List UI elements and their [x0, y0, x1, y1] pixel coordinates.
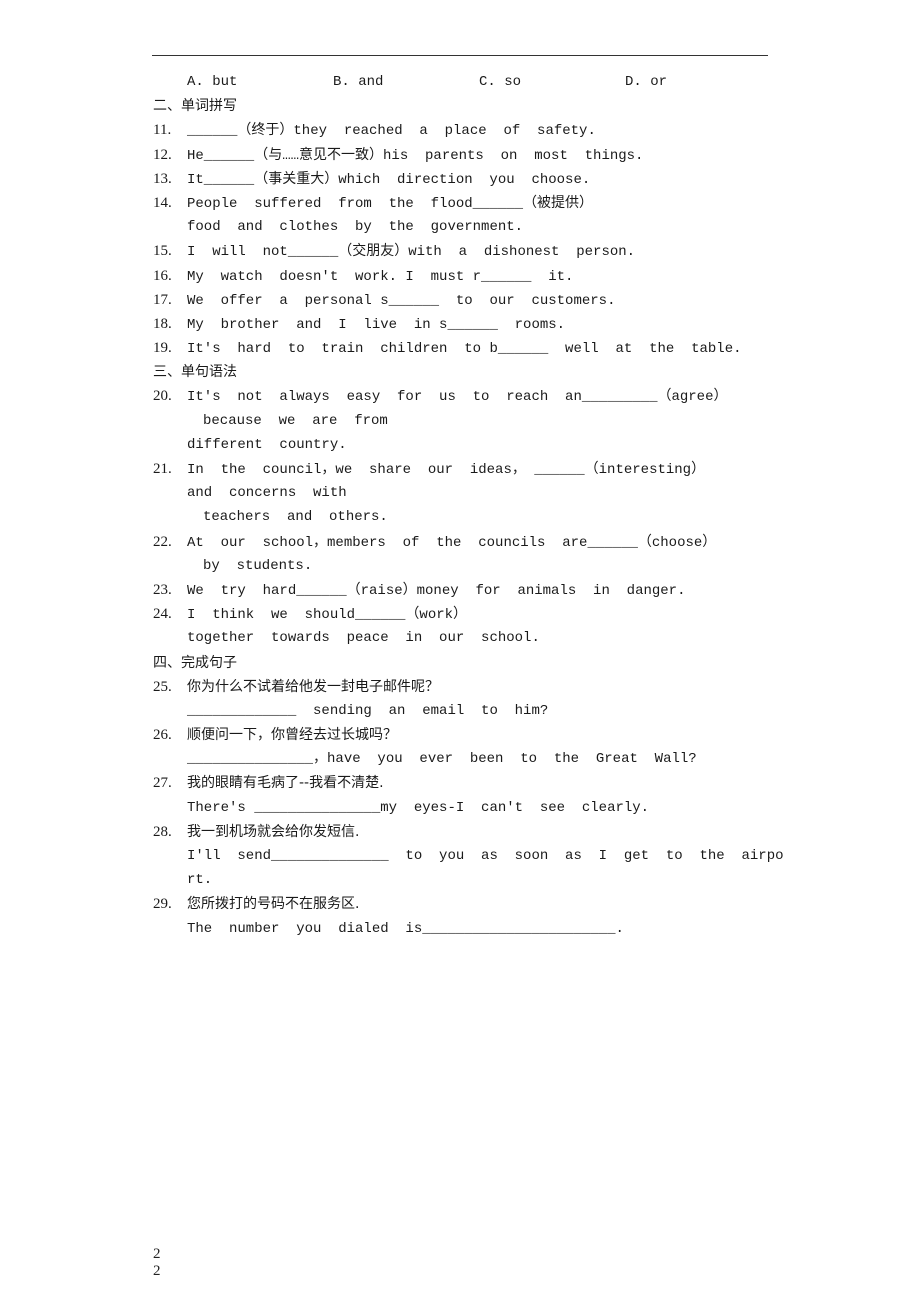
- question-number: 24.: [153, 606, 172, 623]
- question-number: 20.: [153, 388, 172, 405]
- question-25-answer-line: _____________ sending an email to him?: [187, 702, 549, 719]
- question-14-continuation: food and clothes by the government.: [187, 219, 524, 236]
- question-number: 27.: [153, 775, 172, 792]
- question-27-answer-line: There's _______________my eyes-I can't s…: [187, 799, 650, 816]
- section-heading-grammar: 三、单句语法: [153, 364, 237, 381]
- question-25: 25. 你为什么不试着给他发一封电子邮件呢？: [153, 675, 773, 699]
- question-number: 22.: [153, 533, 172, 550]
- question-text: We try hard______（raise）money for animal…: [187, 582, 686, 599]
- question-text: It's not always easy for us to reach an_…: [187, 389, 728, 406]
- option-b: B. and: [333, 74, 384, 90]
- question-24-continuation: together towards peace in our school.: [187, 630, 540, 647]
- question-number: 21.: [153, 461, 172, 477]
- question-26: 26. 顺便问一下，你曾经去过长城吗？: [153, 723, 773, 747]
- question-text: I will not______（交朋友）with a dishonest pe…: [187, 244, 636, 261]
- question-20-continuation: because we are from: [203, 412, 388, 429]
- option-a: A. but: [187, 74, 238, 90]
- question-prompt-chinese: 您所拨打的号码不在服务区.: [187, 896, 360, 913]
- option-d: D. or: [625, 74, 668, 90]
- question-21-continuation: and concerns with: [187, 485, 347, 502]
- header-rule: [152, 55, 768, 56]
- question-text: People suffered from the flood______（被提供…: [187, 195, 594, 212]
- worksheet-content: A. but B. and C. so D. or 二、单词拼写 11. ______（…: [153, 70, 784, 941]
- question-26-answer-line: _______________，have you ever been to th…: [187, 751, 697, 768]
- option-c: C. so: [479, 74, 522, 90]
- question-11: 11. ______（终于）they reached a place of saf…: [153, 118, 773, 142]
- question-28-answer-line-continuation: rt.: [187, 872, 213, 889]
- question-17: 17. We offer a personal s______ to our cu…: [153, 288, 773, 312]
- page-number: 2: [153, 1263, 161, 1279]
- question-number: 15.: [153, 243, 172, 260]
- question-number: 13.: [153, 170, 172, 187]
- answer-options: A. but B. and C. so D. or: [153, 70, 773, 94]
- question-19: 19. It's hard to train children to b_____…: [153, 336, 773, 360]
- page-number: 2: [153, 1246, 161, 1262]
- question-number: 25.: [153, 678, 172, 695]
- question-prompt-chinese: 顺便问一下，你曾经去过长城吗？: [187, 727, 397, 744]
- question-28: 28. 我一到机场就会给你发短信.: [153, 820, 773, 844]
- question-number: 19.: [153, 340, 172, 357]
- question-text: ______（终于）they reached a place of safety…: [187, 123, 596, 140]
- question-20: 20. It's not always easy for us to reach …: [153, 384, 773, 408]
- question-number: 16.: [153, 267, 172, 284]
- question-number: 18.: [153, 315, 172, 332]
- question-text: In the council，we share our ideas， _____…: [187, 462, 706, 478]
- question-20-continuation: different country.: [187, 436, 347, 453]
- question-prompt-chinese: 你为什么不试着给他发一封电子邮件呢？: [187, 678, 439, 695]
- question-16: 16. My watch doesn't work. I must r______…: [153, 264, 773, 288]
- question-15: 15. I will not______（交朋友）with a dishonest…: [153, 239, 773, 263]
- question-21: 21. In the council，we share our ideas， __…: [153, 457, 773, 481]
- question-text: It's hard to train children to b______ w…: [187, 341, 742, 358]
- question-29-answer-line: The number you dialed is________________…: [187, 920, 624, 937]
- question-13: 13. It______（事关重大）which direction you cho…: [153, 167, 773, 191]
- question-text: At our school，members of the councils ar…: [187, 534, 717, 551]
- question-18: 18. My brother and I live in s______ room…: [153, 312, 773, 336]
- question-number: 26.: [153, 727, 172, 744]
- question-24: 24. I think we should______（work）: [153, 602, 773, 626]
- question-prompt-chinese: 我的眼睛有毛病了--我看不清楚.: [187, 775, 384, 792]
- question-29: 29. 您所拨打的号码不在服务区.: [153, 892, 773, 916]
- question-text: It______（事关重大）which direction you choose…: [187, 171, 591, 188]
- question-text: My watch doesn't work. I must r______ it…: [187, 268, 574, 285]
- section-heading-complete-sentences: 四、完成句子: [153, 654, 237, 671]
- question-number: 28.: [153, 823, 172, 840]
- question-28-answer-line: I'll send______________ to you as soon a…: [187, 848, 784, 864]
- question-prompt-chinese: 我一到机场就会给你发短信.: [187, 823, 360, 840]
- question-number: 17.: [153, 291, 172, 308]
- question-27: 27. 我的眼睛有毛病了--我看不清楚.: [153, 771, 773, 795]
- question-12: 12. He______（与……意见不一致）his parents on most…: [153, 143, 773, 167]
- question-22-continuation: by students.: [203, 557, 313, 574]
- question-number: 23.: [153, 581, 172, 598]
- question-14: 14. People suffered from the flood______（…: [153, 191, 773, 215]
- question-number: 14.: [153, 194, 172, 211]
- question-text: My brother and I live in s______ rooms.: [187, 316, 566, 333]
- question-text: I think we should______（work）: [187, 607, 468, 624]
- question-number: 12.: [153, 146, 172, 163]
- question-number: 29.: [153, 896, 172, 913]
- question-text: We offer a personal s______ to our custo…: [187, 292, 616, 309]
- question-number: 11.: [153, 122, 172, 139]
- question-21-continuation: teachers and others.: [203, 509, 388, 526]
- question-text: He______（与……意见不一致）his parents on most th…: [187, 147, 644, 164]
- section-heading-spelling: 二、单词拼写: [153, 98, 237, 115]
- question-22: 22. At our school，members of the councils…: [153, 530, 773, 554]
- question-23: 23. We try hard______（raise）money for ani…: [153, 578, 773, 602]
